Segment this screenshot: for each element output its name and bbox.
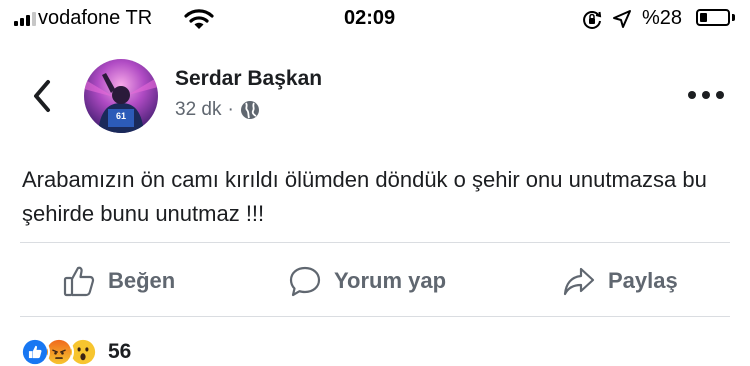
globe-icon [240, 101, 259, 119]
orientation-lock-icon [583, 11, 602, 29]
like-label: Beğen [108, 268, 176, 293]
battery-percentage: %28 [642, 7, 683, 29]
meta-separator: · [227, 99, 234, 120]
share-label: Paylaş [608, 268, 678, 293]
like-reaction-icon [20, 337, 50, 366]
location-arrow-icon [613, 10, 631, 28]
wifi-icon [184, 9, 214, 29]
svg-text:61: 61 [116, 111, 126, 121]
avatar-photo: 61 [84, 59, 158, 133]
dot-icon [702, 91, 710, 99]
reaction-count: 56 [108, 340, 132, 363]
more-options-button[interactable] [688, 88, 724, 102]
dot-icon [688, 91, 696, 99]
share-arrow-icon [563, 267, 595, 296]
comment-label: Yorum yap [334, 268, 447, 293]
comment-icon [289, 266, 321, 297]
comment-button[interactable]: Yorum yap [288, 262, 446, 300]
post-time[interactable]: 32 dk [175, 99, 221, 121]
signal-strength-icon [14, 12, 36, 26]
author-name[interactable]: Serdar Başkan [175, 67, 322, 91]
battery-icon [696, 9, 730, 26]
battery-nub [732, 14, 735, 21]
like-button[interactable]: Beğen [62, 262, 175, 300]
back-button[interactable] [28, 76, 58, 116]
divider [20, 242, 730, 243]
divider [20, 316, 730, 317]
status-bar: vodafone TR 02:09 %28 [0, 0, 750, 40]
share-button[interactable]: Paylaş [562, 262, 678, 300]
thumbs-up-icon [63, 266, 95, 297]
reactions-summary[interactable]: 56 [20, 336, 131, 366]
status-time: 02:09 [344, 7, 396, 29]
dot-icon [716, 91, 724, 99]
post-text: Arabamızın ön camı kırıldı ölümden döndü… [22, 167, 707, 226]
carrier-name: vodafone TR [38, 7, 153, 29]
post-meta: 32 dk · [175, 99, 260, 121]
avatar[interactable]: 61 [84, 59, 158, 133]
